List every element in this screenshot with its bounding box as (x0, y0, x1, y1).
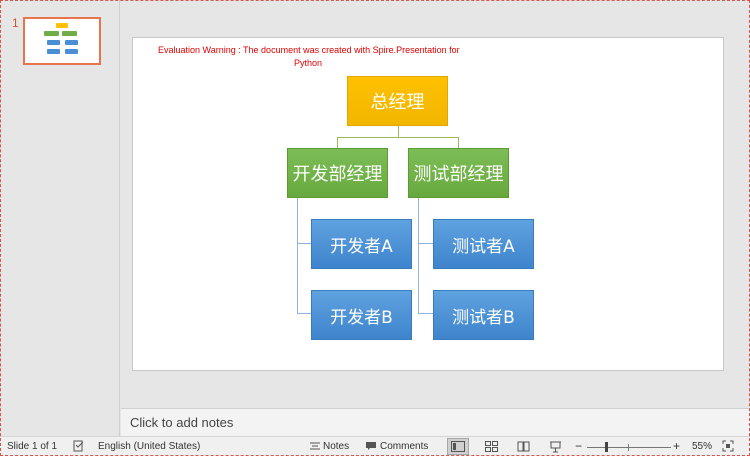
zoom-out-button[interactable]: − (575, 439, 582, 453)
thumb-root-box (56, 23, 68, 28)
slide-counter: Slide 1 of 1 (7, 441, 58, 452)
reading-view-button[interactable] (512, 438, 534, 455)
thumbnail-number: 1 (12, 16, 19, 30)
connector-dev-vertical (297, 197, 298, 313)
comments-icon[interactable] (365, 440, 377, 455)
thumb-manager-box (62, 31, 77, 36)
zoom-slider-track[interactable] (587, 447, 671, 448)
org-member-test-a[interactable]: 测试者A (433, 219, 534, 269)
spell-check-icon[interactable] (73, 440, 85, 455)
org-member-dev-a[interactable]: 开发者A (311, 219, 412, 269)
connector-test-b (418, 313, 433, 314)
org-member-test-b[interactable]: 测试者B (433, 290, 534, 340)
thumb-member-box (65, 40, 78, 45)
thumb-manager-box (44, 31, 59, 36)
notes-pane[interactable]: Click to add notes (121, 408, 750, 436)
zoom-in-button[interactable]: + (673, 439, 680, 453)
status-bar: Slide 1 of 1 English (United States) Not… (0, 436, 750, 456)
thumb-member-box (47, 40, 60, 45)
org-manager-test[interactable]: 测试部经理 (408, 148, 509, 198)
zoom-slider-thumb[interactable] (605, 442, 608, 452)
org-member-dev-b[interactable]: 开发者B (311, 290, 412, 340)
thumbnail-pane: 1 (0, 0, 120, 436)
notes-placeholder: Click to add notes (130, 415, 234, 430)
slideshow-view-button[interactable] (544, 438, 566, 455)
language-indicator[interactable]: English (United States) (98, 441, 200, 452)
connector-managers-bar (337, 137, 459, 138)
connector-test-a (418, 243, 433, 244)
connector-dev-a (297, 243, 311, 244)
normal-view-button[interactable] (447, 438, 469, 455)
org-root-box[interactable]: 总经理 (347, 76, 448, 126)
thumb-member-box (47, 49, 60, 54)
notes-button[interactable]: Notes (323, 441, 349, 452)
evaluation-warning-line2: Python (294, 58, 323, 68)
slide-sorter-view-button[interactable] (480, 438, 502, 455)
zoom-slider-midpoint (628, 444, 629, 451)
comments-button[interactable]: Comments (380, 441, 428, 452)
org-manager-dev[interactable]: 开发部经理 (287, 148, 388, 198)
slide-thumbnail[interactable] (23, 17, 101, 65)
evaluation-warning-line1: Evaluation Warning : The document was cr… (158, 45, 460, 55)
connector-test-manager (458, 137, 459, 148)
fit-to-window-icon[interactable] (722, 440, 734, 455)
thumb-member-box (65, 49, 78, 54)
connector-dev-b (297, 313, 311, 314)
connector-dev-manager (337, 137, 338, 148)
notes-icon[interactable] (309, 440, 321, 455)
slide-canvas[interactable]: Evaluation Warning : The document was cr… (132, 37, 724, 371)
zoom-level[interactable]: 55% (692, 441, 712, 452)
connector-test-vertical (418, 197, 419, 313)
